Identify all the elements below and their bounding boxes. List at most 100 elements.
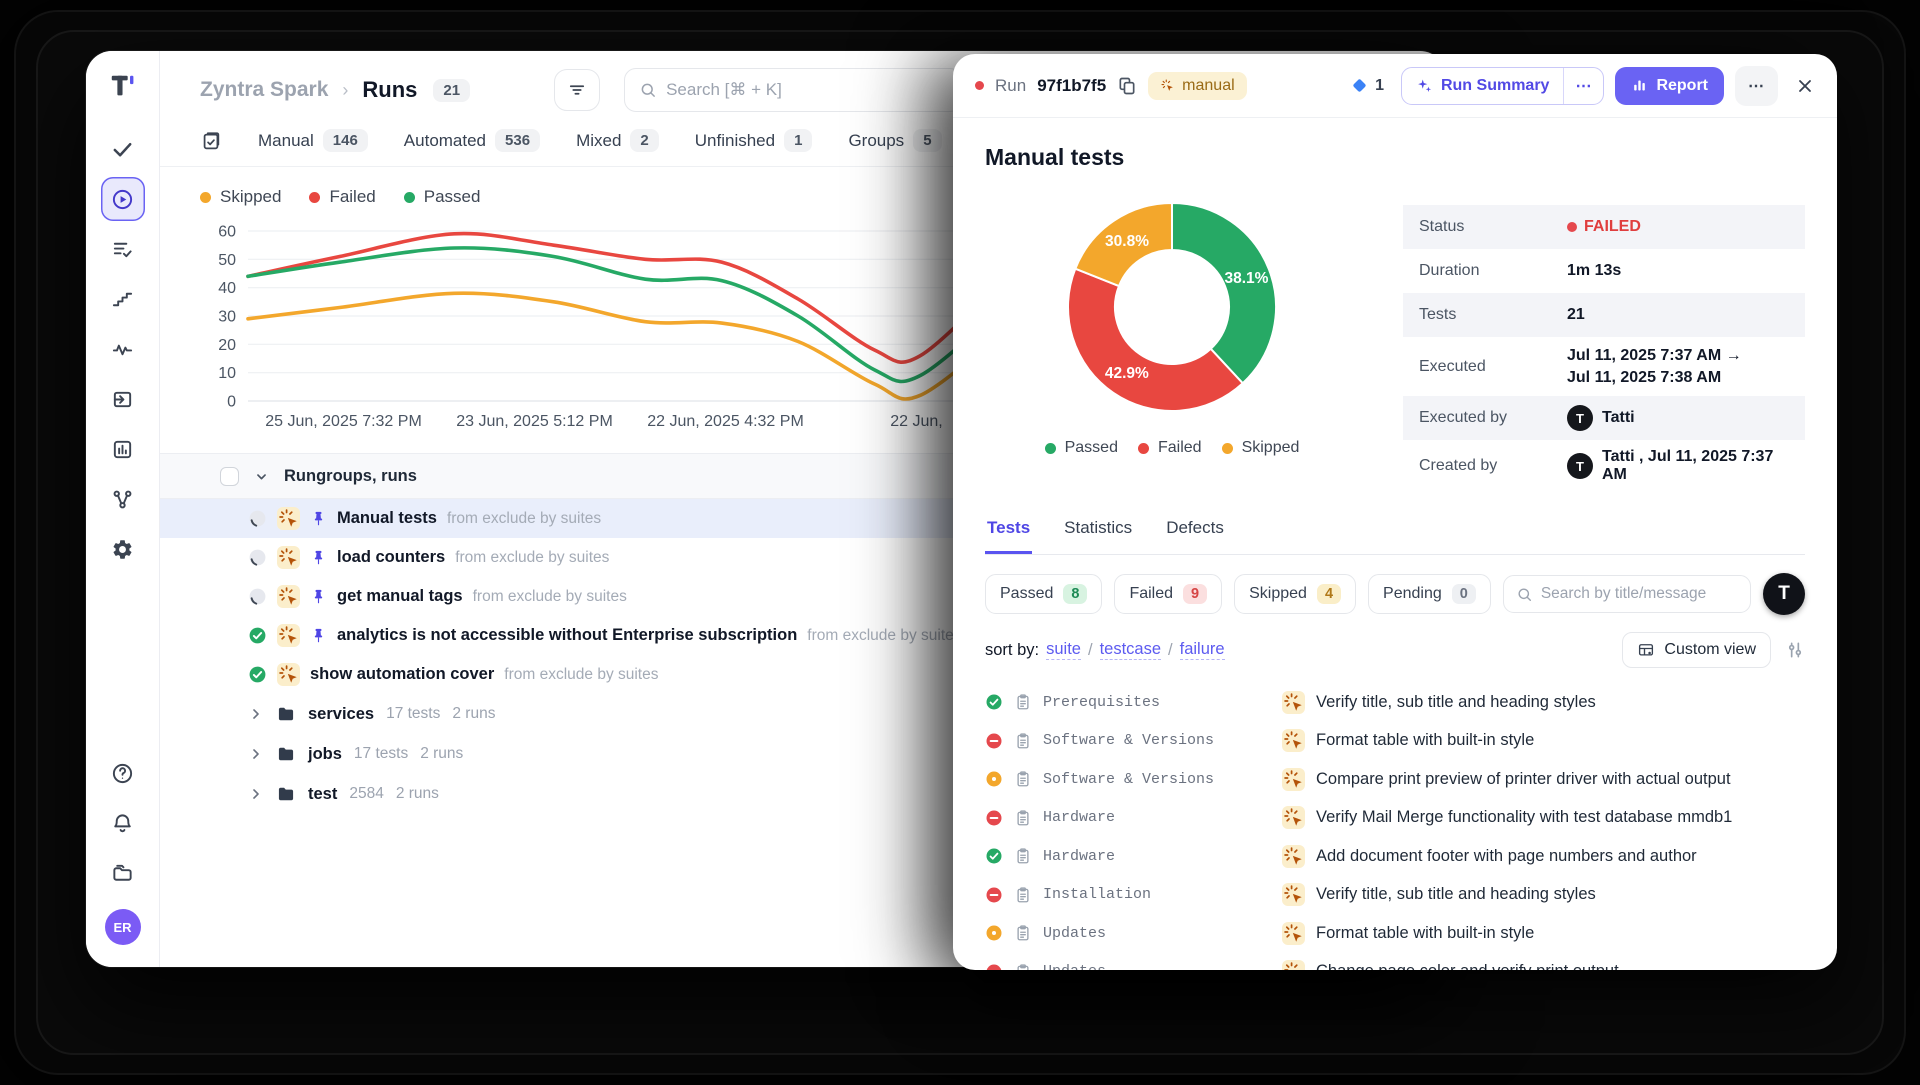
report-button[interactable]: Report (1615, 67, 1724, 105)
assistant-logo-button[interactable]: T (1763, 573, 1805, 615)
tab-tests[interactable]: Tests (985, 518, 1032, 554)
tab-label: Unfinished (695, 131, 775, 151)
test-row[interactable]: HardwareAdd document footer with page nu… (985, 837, 1805, 876)
chip-count-badge: 4 (1317, 584, 1341, 604)
sidebar-item-milestones[interactable] (101, 477, 145, 521)
user-avatar[interactable]: ER (105, 909, 141, 945)
sidebar-item-check[interactable] (101, 127, 145, 171)
sort-link-suite[interactable]: suite (1046, 640, 1081, 660)
sort-by-label: sort by: (985, 641, 1039, 660)
sidebar-item-bell[interactable] (101, 801, 145, 845)
run-summary-button[interactable]: Run Summary ⋯ (1401, 67, 1604, 105)
group-name: jobs (308, 745, 342, 764)
filter-chip-skipped[interactable]: Skipped4 (1234, 574, 1356, 614)
svg-text:0: 0 (227, 394, 236, 410)
run-overview: 38.1%42.9%30.8% PassedFailedSkipped Stat… (985, 191, 1805, 492)
panel-more-button[interactable]: ⋯ (1735, 66, 1778, 106)
tests-search-input[interactable] (1541, 585, 1738, 603)
custom-view-button[interactable]: Custom view (1622, 632, 1771, 668)
manual-test-icon (1282, 922, 1305, 945)
legend-dot (1138, 443, 1149, 454)
sidebar-item-gear[interactable] (101, 527, 145, 571)
search-icon (639, 81, 657, 99)
svg-text:38.1%: 38.1% (1224, 270, 1268, 287)
test-row[interactable]: Hardware Verify Mail Merge functionality … (985, 799, 1805, 838)
detail-key: Duration (1419, 262, 1567, 280)
group-runs-count: 2 runs (452, 705, 495, 723)
test-title: Add document footer with page numbers an… (1316, 847, 1697, 866)
panel-tabs: Tests Statistics Defects (985, 518, 1805, 555)
run-name: get manual tags (337, 587, 463, 606)
tab-count-badge: 146 (323, 129, 368, 152)
clipboard-icon (1014, 847, 1032, 865)
sidebar-nav (101, 127, 145, 577)
tab-label: Manual (258, 131, 314, 151)
running-status-icon (248, 587, 267, 606)
manual-test-icon (1282, 883, 1305, 906)
detail-row: Executed byTTatti (1403, 396, 1805, 440)
test-title: Verify Mail Merge functionality with tes… (1316, 808, 1732, 827)
sidebar-item-help[interactable] (101, 751, 145, 795)
select-all-checkbox[interactable] (220, 467, 239, 486)
suite-name: Software & Versions (1043, 732, 1271, 749)
global-search (624, 68, 962, 112)
legend-item: Passed (1045, 439, 1118, 457)
sort-link-failure[interactable]: failure (1180, 640, 1225, 660)
clipboard-icon (1014, 886, 1032, 904)
tab-defects[interactable]: Defects (1164, 518, 1226, 554)
sidebar-item-activity[interactable] (101, 327, 145, 371)
sidebar-item-play-circle[interactable] (101, 177, 145, 221)
sort-link-testcase[interactable]: testcase (1100, 640, 1161, 660)
test-row[interactable]: UpdatesFormat table with built-in style (985, 914, 1805, 953)
suite-name: Hardware (1043, 809, 1271, 826)
tab-statistics[interactable]: Statistics (1062, 518, 1134, 554)
sidebar-item-test-box[interactable] (101, 377, 145, 421)
filter-button[interactable] (554, 69, 600, 111)
sliders-icon[interactable] (1785, 640, 1805, 660)
run-source: from exclude by suites (455, 549, 609, 567)
test-row[interactable]: InstallationVerify title, sub title and … (985, 876, 1805, 915)
failed-status-icon (985, 886, 1003, 904)
filter-chip-passed[interactable]: Passed8 (985, 574, 1102, 614)
sidebar-item-list-check[interactable] (101, 227, 145, 271)
test-row[interactable]: Software & VersionsFormat table with bui… (985, 722, 1805, 761)
chevron-right-icon (248, 786, 264, 802)
test-title: Compare print preview of printer driver … (1316, 770, 1731, 789)
copy-icon[interactable] (1117, 76, 1137, 96)
sidebar-item-bar-chart[interactable] (101, 427, 145, 471)
group-runs-count: 2 runs (420, 745, 463, 763)
test-row[interactable]: PrerequisitesVerify title, sub title and… (985, 683, 1805, 722)
skipped-status-icon (985, 770, 1003, 788)
manual-run-icon (277, 624, 300, 647)
run-summary-more-button[interactable]: ⋯ (1563, 68, 1603, 104)
tab-groups[interactable]: Groups5 (848, 129, 941, 152)
run-name: Manual tests (337, 509, 437, 528)
detail-row: StatusFAILED (1403, 205, 1805, 249)
run-name: load counters (337, 548, 445, 567)
sidebar-bottom: ER (101, 751, 145, 945)
run-name: analytics is not accessible without Ente… (337, 626, 797, 645)
chevron-down-icon[interactable] (253, 468, 270, 485)
sidebar-item-steps[interactable] (101, 277, 145, 321)
test-row[interactable]: UpdatesChange page color and verify prin… (985, 953, 1805, 970)
tab-unfinished[interactable]: Unfinished1 (695, 129, 813, 152)
close-icon[interactable] (1795, 76, 1815, 96)
manual-test-icon (1282, 768, 1305, 791)
run-list-icon[interactable] (200, 130, 222, 152)
runs-count-badge: 21 (433, 79, 470, 102)
run-source: from exclude by suites (447, 510, 601, 528)
detail-row: ExecutedJul 11, 2025 7:37 AM →Jul 11, 20… (1403, 337, 1805, 396)
tab-manual[interactable]: Manual 146 (258, 129, 368, 152)
run-label: Run (995, 76, 1026, 96)
legend-dot (1045, 443, 1056, 454)
search-input[interactable] (666, 80, 947, 100)
filter-chip-failed[interactable]: Failed9 (1114, 574, 1222, 614)
test-row[interactable]: Software & VersionsCompare print preview… (985, 760, 1805, 799)
tab-mixed[interactable]: Mixed2 (576, 129, 659, 152)
filter-chip-pending[interactable]: Pending0 (1368, 574, 1491, 614)
sidebar-item-folder[interactable] (101, 851, 145, 895)
tab-automated[interactable]: Automated536 (404, 129, 540, 152)
jira-link[interactable]: 1 (1350, 76, 1384, 95)
detail-value: 21 (1567, 306, 1585, 324)
breadcrumb-product[interactable]: Zyntra Spark (200, 78, 328, 102)
